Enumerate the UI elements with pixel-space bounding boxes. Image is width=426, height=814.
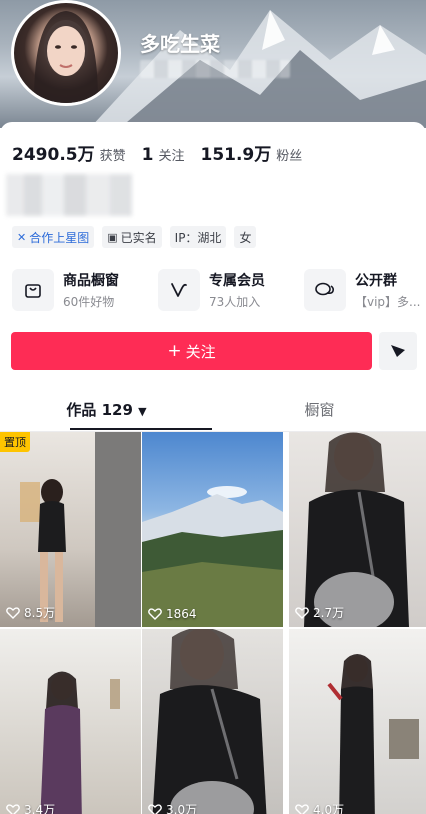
followers-count[interactable]: 151.9万 (200, 140, 271, 165)
service-entries: 商品橱窗 60件好物 专属会员 73人加入 公开群 【vip】多... (12, 268, 426, 312)
nickname: 多吃生菜 (140, 32, 220, 56)
video-tile[interactable]: 4.0万 (289, 629, 426, 814)
heart-icon (295, 803, 309, 814)
tag-label: IP：湖北 (174, 230, 222, 245)
video-tile[interactable]: 置顶 8.5万 (0, 432, 141, 627)
blurred-account-id (140, 60, 290, 78)
video-tile[interactable]: 2.7万 (289, 432, 426, 627)
active-tab-indicator (70, 428, 212, 430)
plus-icon: + (167, 341, 182, 361)
tag-verified: ▣ 已实名 (102, 226, 162, 248)
shopping-bag-icon (12, 269, 54, 311)
tag-label: 合作上星图 (29, 230, 90, 245)
tag-gender: 女 (234, 226, 257, 248)
heart-icon (6, 606, 20, 619)
service-title: 公开群 (355, 273, 397, 289)
follow-button[interactable]: + 关注 (11, 332, 372, 370)
heart-icon (148, 803, 162, 814)
tag-label: 女 (239, 230, 252, 245)
video-likes: 8.5万 (6, 604, 55, 621)
likes-count: 1864 (166, 607, 197, 621)
video-tile[interactable]: 3.4万 (0, 629, 141, 814)
avatar[interactable] (11, 0, 121, 106)
vip-v-icon (158, 269, 200, 311)
service-membership[interactable]: 专属会员 73人加入 (158, 268, 294, 312)
more-options-button[interactable] (379, 332, 417, 370)
likes-count: 8.5万 (24, 606, 56, 620)
heart-icon (148, 608, 162, 620)
tag-ip: IP：湖北 (169, 226, 227, 248)
content-tabs: 作品 129 ▼ 橱窗 (0, 396, 426, 432)
tab-shop-window[interactable]: 橱窗 (213, 396, 426, 424)
tab-works-label: 作品 129 (66, 401, 133, 419)
tab-works[interactable]: 作品 129 ▼ (0, 396, 213, 426)
following-label[interactable]: 关注 (158, 145, 184, 164)
service-subtitle: 【vip】多... (355, 295, 421, 309)
service-shop-window[interactable]: 商品橱窗 60件好物 (12, 268, 148, 312)
pinned-badge: 置顶 (0, 432, 30, 452)
video-likes: 4.0万 (295, 801, 344, 814)
star-chart-icon: ✕ (17, 230, 27, 244)
tag-star-chart[interactable]: ✕ 合作上星图 (12, 226, 95, 248)
likes-label: 获赞 (99, 149, 126, 164)
service-title: 商品橱窗 (63, 273, 119, 289)
video-likes: 3.0万 (148, 801, 197, 814)
likes-count: 2.7万 (313, 606, 345, 620)
service-public-group[interactable]: 公开群 【vip】多... (304, 268, 426, 312)
likes-count: 3.0万 (166, 803, 198, 814)
likes-count: 3.4万 (24, 803, 56, 814)
profile-card: 2490.5万 获赞 1 关注 151.9万 粉丝 ✕ 合作上星图 ▣ 已实名 … (0, 122, 426, 814)
following-count[interactable]: 1 (142, 145, 154, 165)
heart-icon (6, 803, 20, 814)
follow-label: 关注 (185, 342, 216, 361)
video-tile[interactable]: 1864 (142, 432, 283, 627)
video-likes: 2.7万 (295, 604, 344, 621)
video-likes: 3.4万 (6, 801, 55, 814)
followers-label[interactable]: 粉丝 (276, 145, 302, 164)
video-likes: 1864 (148, 607, 197, 621)
blurred-bio (6, 174, 132, 216)
triangle-down-icon (391, 345, 405, 357)
service-subtitle: 73人加入 (209, 295, 261, 309)
video-tile[interactable]: 3.0万 (142, 629, 283, 814)
profile-banner: 多吃生菜 (0, 0, 426, 128)
profile-tags: ✕ 合作上星图 ▣ 已实名 IP：湖北 女 (12, 226, 257, 248)
service-title: 专属会员 (209, 273, 265, 289)
id-card-icon: ▣ (107, 230, 118, 244)
tag-label: 已实名 (120, 230, 157, 245)
heart-icon (295, 606, 309, 619)
sort-arrow-icon: ▼ (138, 405, 147, 418)
likes-count: 4.0万 (313, 803, 345, 814)
chat-group-icon (304, 269, 346, 311)
profile-stats: 2490.5万 获赞 1 关注 151.9万 粉丝 (12, 140, 318, 165)
likes-count: 2490.5万 (12, 145, 95, 165)
service-subtitle: 60件好物 (63, 295, 115, 309)
